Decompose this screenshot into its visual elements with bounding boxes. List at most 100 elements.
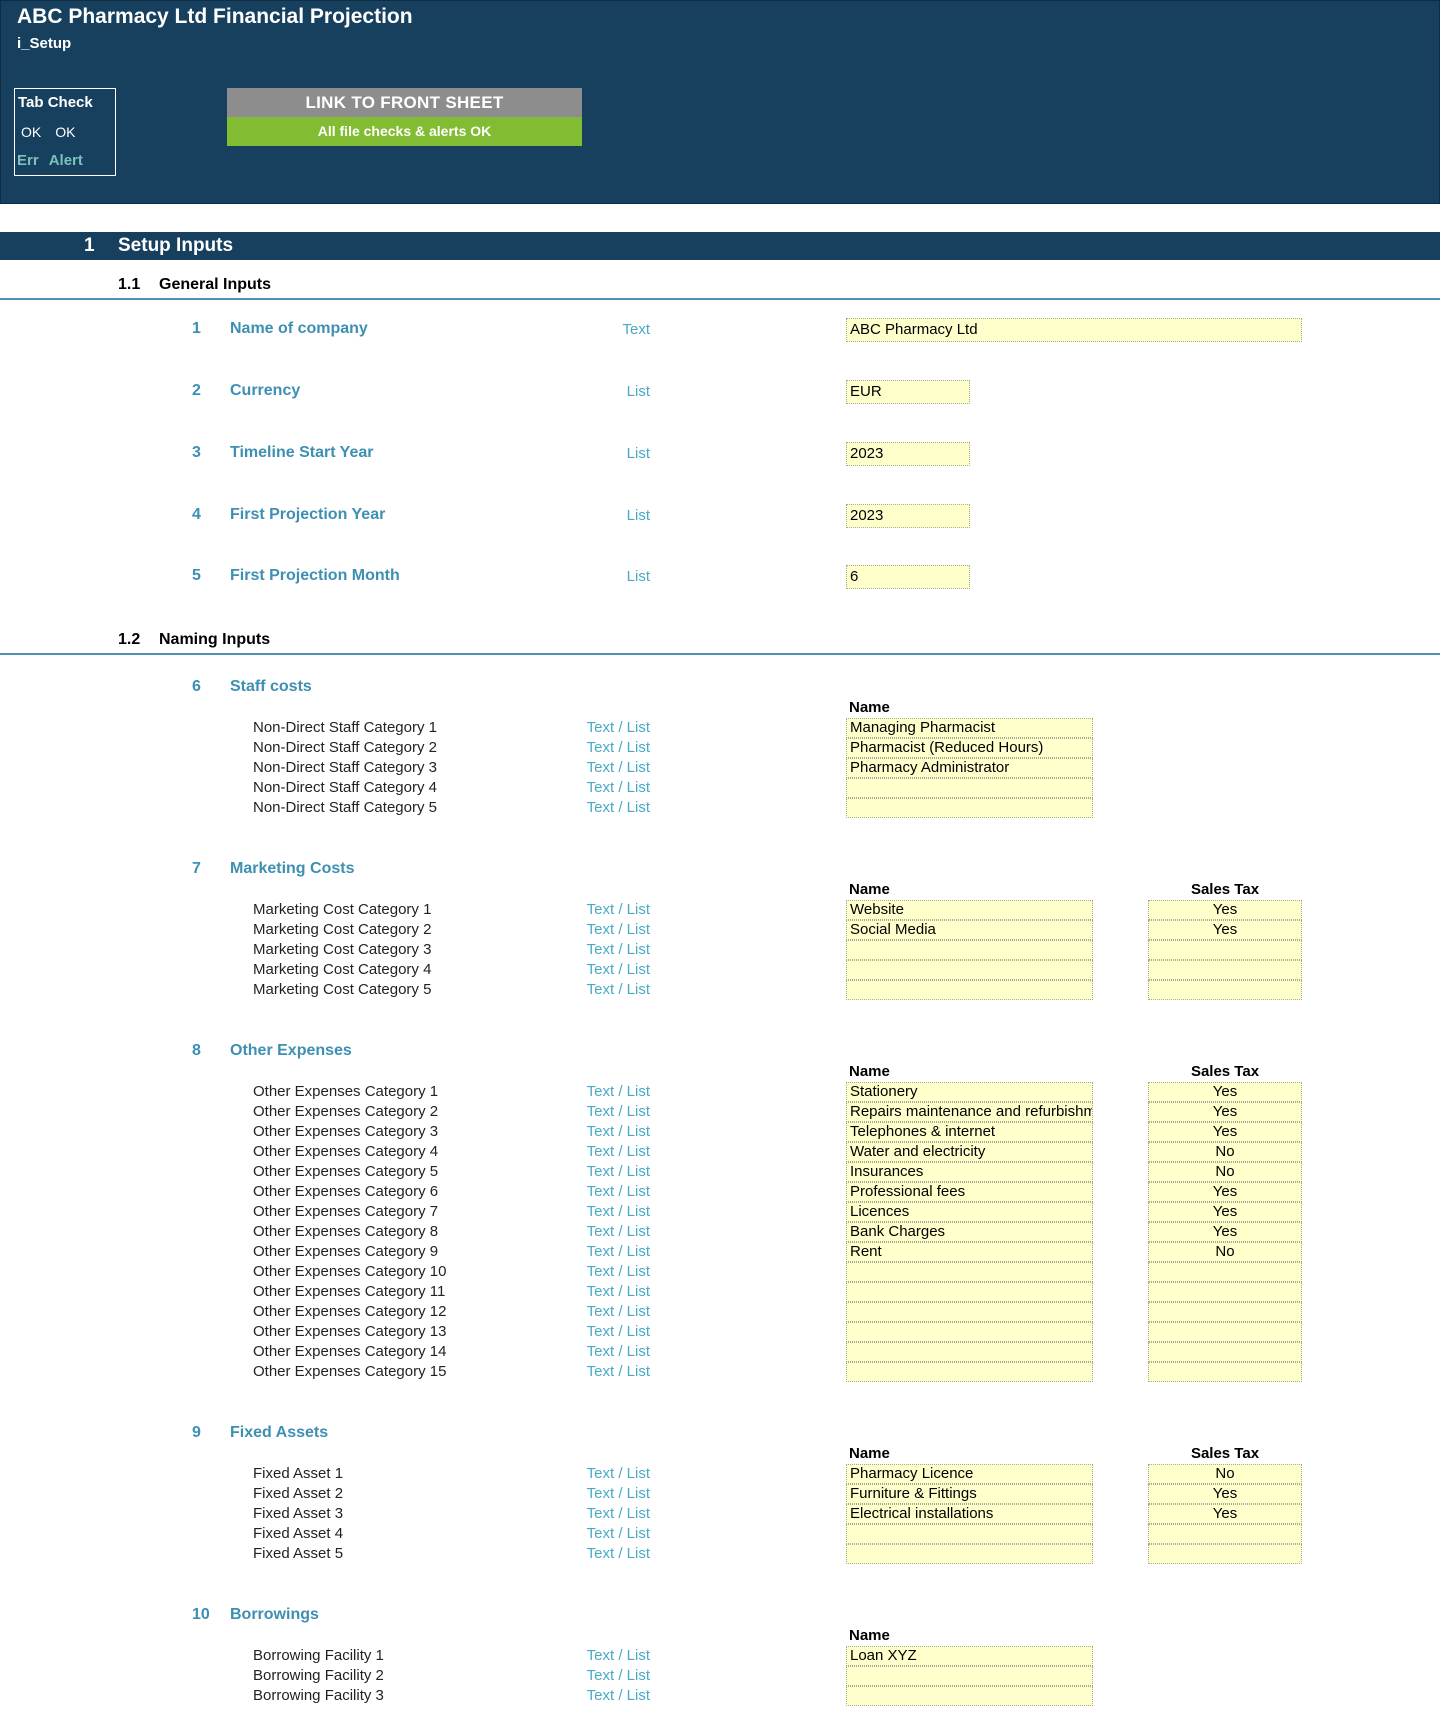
- category-label: Other Expenses Category 10: [253, 1263, 447, 1280]
- category-name-field[interactable]: [846, 1362, 1093, 1382]
- name-column-header: Name: [849, 1627, 890, 1644]
- category-type: Text / List: [586, 1667, 650, 1684]
- general-input-label: First Projection Month: [230, 567, 400, 584]
- category-name-field[interactable]: [846, 1342, 1093, 1362]
- category-name-field[interactable]: [846, 798, 1093, 818]
- category-name-field[interactable]: [846, 940, 1093, 960]
- category-name-field[interactable]: [846, 980, 1093, 1000]
- category-type: Text / List: [586, 1525, 650, 1542]
- category-label: Other Expenses Category 14: [253, 1343, 447, 1360]
- category-name-field[interactable]: Loan XYZ: [846, 1646, 1093, 1666]
- category-name-field[interactable]: [846, 1686, 1093, 1706]
- sales-tax-field[interactable]: [1148, 940, 1302, 960]
- category-name-field[interactable]: [846, 1282, 1093, 1302]
- sales-tax-field[interactable]: [1148, 1362, 1302, 1382]
- tab-check-alert: Alert: [48, 152, 83, 169]
- link-to-front-sheet-button[interactable]: LINK TO FRONT SHEET: [227, 88, 582, 117]
- sales-tax-field[interactable]: [1148, 1302, 1302, 1322]
- category-type: Text / List: [586, 961, 650, 978]
- category-name-field[interactable]: [846, 1524, 1093, 1544]
- category-label: Marketing Cost Category 2: [253, 921, 432, 938]
- general-input-type: Text: [622, 321, 650, 338]
- category-name-field[interactable]: Pharmacy Administrator: [846, 758, 1093, 778]
- category-type: Text / List: [586, 719, 650, 736]
- section-header: 1 Setup Inputs: [0, 232, 1440, 260]
- category-type: Text / List: [586, 1343, 650, 1360]
- sales-tax-field[interactable]: No: [1148, 1242, 1302, 1262]
- file-check-status: All file checks & alerts OK: [227, 117, 582, 146]
- category-label: Borrowing Facility 1: [253, 1647, 384, 1664]
- category-type: Text / List: [586, 759, 650, 776]
- category-label: Other Expenses Category 5: [253, 1163, 439, 1180]
- category-name-field[interactable]: [846, 960, 1093, 980]
- category-name-field[interactable]: Insurances: [846, 1162, 1093, 1182]
- category-name-field[interactable]: [846, 1302, 1093, 1322]
- sales-tax-field[interactable]: Yes: [1148, 920, 1302, 940]
- category-name-field[interactable]: Professional fees: [846, 1182, 1093, 1202]
- sales-tax-field[interactable]: No: [1148, 1142, 1302, 1162]
- sales-tax-field[interactable]: [1148, 1342, 1302, 1362]
- category-name-field[interactable]: Stationery: [846, 1082, 1093, 1102]
- group-number: 6: [192, 678, 201, 695]
- subsection-general-inputs: 1.1 General Inputs: [0, 270, 1440, 300]
- general-input-field[interactable]: 2023: [846, 504, 970, 528]
- header-banner: ABC Pharmacy Ltd Financial Projection i_…: [0, 0, 1440, 204]
- sales-tax-field[interactable]: [1148, 1544, 1302, 1564]
- category-name-field[interactable]: Rent: [846, 1242, 1093, 1262]
- sales-tax-field[interactable]: [1148, 1262, 1302, 1282]
- group-number: 9: [192, 1424, 201, 1441]
- category-name-field[interactable]: Pharmacy Licence: [846, 1464, 1093, 1484]
- sales-tax-field[interactable]: Yes: [1148, 1122, 1302, 1142]
- group-title: Borrowings: [230, 1606, 319, 1623]
- category-name-field[interactable]: Social Media: [846, 920, 1093, 940]
- sales-tax-field[interactable]: Yes: [1148, 1182, 1302, 1202]
- category-name-field[interactable]: Managing Pharmacist: [846, 718, 1093, 738]
- sales-tax-field[interactable]: Yes: [1148, 1082, 1302, 1102]
- sales-tax-field[interactable]: [1148, 1322, 1302, 1342]
- category-name-field[interactable]: [846, 1262, 1093, 1282]
- sales-tax-field[interactable]: Yes: [1148, 1504, 1302, 1524]
- general-input-field[interactable]: EUR: [846, 380, 970, 404]
- sales-tax-field[interactable]: Yes: [1148, 1202, 1302, 1222]
- category-name-field[interactable]: Website: [846, 900, 1093, 920]
- category-label: Other Expenses Category 8: [253, 1223, 439, 1240]
- general-input-number: 2: [192, 382, 201, 399]
- category-name-field[interactable]: [846, 1544, 1093, 1564]
- category-name-field[interactable]: Furniture & Fittings: [846, 1484, 1093, 1504]
- sales-tax-field[interactable]: [1148, 1524, 1302, 1544]
- category-type: Text / List: [586, 1103, 650, 1120]
- category-name-field[interactable]: [846, 1666, 1093, 1686]
- category-name-field[interactable]: Bank Charges: [846, 1222, 1093, 1242]
- group-number: 8: [192, 1042, 201, 1059]
- general-input-type: List: [626, 445, 650, 462]
- category-type: Text / List: [586, 1363, 650, 1380]
- category-type: Text / List: [586, 1143, 650, 1160]
- sales-tax-field[interactable]: Yes: [1148, 1102, 1302, 1122]
- sales-tax-field[interactable]: [1148, 1282, 1302, 1302]
- category-name-field[interactable]: Pharmacist (Reduced Hours): [846, 738, 1093, 758]
- category-name-field[interactable]: [846, 778, 1093, 798]
- category-type: Text / List: [586, 1163, 650, 1180]
- category-label: Non-Direct Staff Category 5: [253, 799, 437, 816]
- category-name-field[interactable]: Water and electricity: [846, 1142, 1093, 1162]
- tab-check-title: Tab Check: [18, 94, 93, 111]
- sales-tax-field[interactable]: Yes: [1148, 1484, 1302, 1504]
- general-input-field[interactable]: 6: [846, 565, 970, 589]
- subsection-title: Naming Inputs: [159, 631, 271, 648]
- sales-tax-field[interactable]: No: [1148, 1162, 1302, 1182]
- category-name-field[interactable]: [846, 1322, 1093, 1342]
- sales-tax-field[interactable]: Yes: [1148, 900, 1302, 920]
- category-name-field[interactable]: Licences: [846, 1202, 1093, 1222]
- general-input-type: List: [626, 568, 650, 585]
- sales-tax-field[interactable]: [1148, 960, 1302, 980]
- category-name-field[interactable]: Electrical installations: [846, 1504, 1093, 1524]
- sales-tax-field[interactable]: [1148, 980, 1302, 1000]
- category-name-field[interactable]: Telephones & internet: [846, 1122, 1093, 1142]
- general-input-number: 3: [192, 444, 201, 461]
- category-label: Marketing Cost Category 4: [253, 961, 432, 978]
- general-input-field[interactable]: ABC Pharmacy Ltd: [846, 318, 1302, 342]
- sales-tax-field[interactable]: Yes: [1148, 1222, 1302, 1242]
- sales-tax-field[interactable]: No: [1148, 1464, 1302, 1484]
- general-input-field[interactable]: 2023: [846, 442, 970, 466]
- category-name-field[interactable]: Repairs maintenance and refurbishme: [846, 1102, 1093, 1122]
